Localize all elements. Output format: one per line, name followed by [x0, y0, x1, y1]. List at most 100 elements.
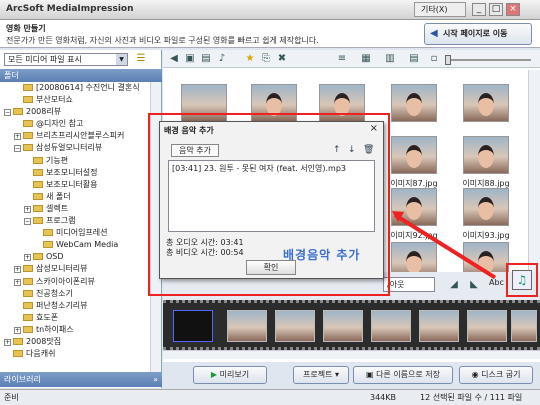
- save-as-button[interactable]: ▣ 다른 이름으로 저장: [353, 366, 453, 384]
- storyboard-clip[interactable]: [511, 310, 537, 342]
- collapse-icon[interactable]: −: [14, 145, 21, 153]
- move-down-icon[interactable]: ↓: [348, 145, 356, 155]
- tree-item-label: 보조모니터설정: [46, 167, 98, 177]
- project-button[interactable]: 프로젝트 ▾: [293, 366, 349, 384]
- folder-icon: [23, 265, 33, 273]
- music-list[interactable]: [03:41] 23. 원투 - 못된 여자 (feat. 서인영).mp3: [168, 160, 375, 232]
- transition-select[interactable]: /아웃: [383, 277, 435, 292]
- expand-icon[interactable]: +: [14, 278, 21, 286]
- tree-item[interactable]: WebCam Media: [0, 239, 150, 251]
- view-detail-icon[interactable]: ▤: [407, 52, 421, 66]
- tree-item[interactable]: @디자인 참고: [0, 118, 150, 130]
- expand-icon[interactable]: +: [14, 133, 21, 141]
- folder-icon: [13, 337, 23, 345]
- storyboard-clip[interactable]: [371, 310, 411, 342]
- tree-item[interactable]: + 셀렉트: [0, 203, 150, 215]
- tree-item[interactable]: 진공청소기: [0, 288, 150, 300]
- view-grid-icon[interactable]: ▦: [359, 52, 373, 66]
- thumbnail[interactable]: [463, 188, 509, 226]
- thumbnail[interactable]: [463, 136, 509, 174]
- close-button[interactable]: ×: [506, 3, 520, 16]
- tree-item[interactable]: 부산모터쇼: [0, 94, 150, 106]
- add-music-button[interactable]: 음악 추가: [171, 144, 219, 157]
- etc-menu[interactable]: 기타(X): [414, 2, 466, 17]
- library-bar[interactable]: 라이브러리 »: [0, 372, 162, 387]
- disc-icon: ◉: [471, 370, 479, 379]
- folder-icon: [33, 204, 43, 212]
- storyboard-scrollbar[interactable]: [163, 350, 540, 359]
- tree-item[interactable]: [20080614] 수진언니 결혼식: [0, 82, 150, 94]
- tree-item[interactable]: +2008맛집: [0, 336, 150, 348]
- sort-icon[interactable]: ≡: [335, 52, 349, 66]
- expand-icon[interactable]: +: [24, 205, 31, 213]
- storyboard-clip[interactable]: [275, 310, 315, 342]
- dialog-close-icon[interactable]: ×: [370, 123, 378, 134]
- view-list-icon[interactable]: ▥: [383, 52, 397, 66]
- tree-item[interactable]: + 삼성모니터리뷰: [0, 263, 150, 275]
- tree-item[interactable]: + 스카이아이폰리뷰: [0, 276, 150, 288]
- tree-item[interactable]: 효도폰: [0, 312, 150, 324]
- music-list-item[interactable]: [03:41] 23. 원투 - 못된 여자 (feat. 서인영).mp3: [172, 163, 371, 174]
- tree-item-label: @디자인 참고: [36, 119, 84, 129]
- tree-item[interactable]: + tn하이패스: [0, 324, 150, 336]
- video-filter-icon[interactable]: ▤: [199, 52, 213, 66]
- storyboard-clip[interactable]: [419, 310, 459, 342]
- folder-icon: [43, 241, 53, 249]
- tree-item[interactable]: + OSD: [0, 251, 150, 263]
- tree-item[interactable]: 퍼난청소기리뷰: [0, 300, 150, 312]
- tree-item[interactable]: − 2008리뷰: [0, 106, 150, 118]
- tree-item[interactable]: 미디어임프레션: [0, 227, 150, 239]
- thumbnail[interactable]: [391, 136, 437, 174]
- tree-item-label: 퍼난청소기리뷰: [36, 300, 88, 310]
- thumbnail[interactable]: [391, 84, 437, 122]
- zoom-out-icon[interactable]: ▫: [427, 52, 441, 66]
- tree-item[interactable]: 새 폴더: [0, 191, 150, 203]
- expand-icon[interactable]: +: [24, 254, 31, 262]
- storyboard-clip[interactable]: [173, 310, 213, 342]
- collapse-icon[interactable]: −: [24, 218, 31, 226]
- tree-item[interactable]: − 프로그램: [0, 215, 150, 227]
- tree-item-label: 브리츠프리시안블루스피커: [36, 131, 125, 141]
- tree-item[interactable]: 보조모니터설정: [0, 167, 150, 179]
- collapse-icon[interactable]: −: [4, 109, 11, 117]
- tag-icon[interactable]: ⎘: [259, 52, 273, 66]
- star-icon[interactable]: ★: [243, 52, 257, 66]
- back-icon[interactable]: ◀: [167, 52, 181, 66]
- folder-tree[interactable]: [20080614] 수진언니 결혼식 부산모터쇼 − 2008리뷰 @디자인 참고 + 브…: [0, 82, 150, 372]
- expand-icon[interactable]: +: [14, 266, 21, 274]
- tree-item[interactable]: 기능편: [0, 155, 150, 167]
- storyboard-filmstrip[interactable]: [163, 300, 540, 350]
- storyboard-clip[interactable]: [323, 310, 363, 342]
- folder-icon: [23, 84, 33, 91]
- delete-icon[interactable]: ✖: [275, 52, 289, 66]
- thumbnail-size-slider[interactable]: [445, 55, 531, 65]
- tree-item[interactable]: 보조모니터활용: [0, 179, 150, 191]
- add-text-icon[interactable]: Abc: [489, 278, 504, 287]
- minimize-button[interactable]: _: [472, 3, 486, 16]
- maximize-button[interactable]: □: [489, 3, 503, 16]
- audio-filter-icon[interactable]: ♪: [215, 52, 229, 66]
- trash-icon[interactable]: 🗑: [363, 145, 374, 155]
- preview-button[interactable]: ▶ 미리보기: [193, 366, 267, 384]
- move-up-icon[interactable]: ↑: [333, 145, 341, 155]
- expand-icon[interactable]: +: [14, 326, 21, 334]
- media-filter-select[interactable]: 모든 미디어 파일 표시 ▼: [4, 53, 128, 66]
- folder-icon: [23, 289, 33, 297]
- add-music-icon[interactable]: ♫: [512, 270, 532, 290]
- rotate-left-icon[interactable]: ◢: [447, 278, 461, 292]
- storyboard-clip[interactable]: [227, 310, 267, 342]
- tree-item-label: 기능편: [46, 155, 69, 165]
- expand-icon[interactable]: +: [4, 338, 11, 346]
- thumbnail[interactable]: [463, 84, 509, 122]
- tree-item[interactable]: 다음캐쉬: [0, 348, 150, 360]
- tree-item-label: tn하이패스: [36, 324, 74, 334]
- image-filter-icon[interactable]: ▣: [183, 52, 197, 66]
- storyboard-clip[interactable]: [467, 310, 507, 342]
- rotate-right-icon[interactable]: ◣: [467, 278, 481, 292]
- folder-settings-icon[interactable]: ☰: [134, 52, 148, 66]
- burn-disc-button[interactable]: ◉ 디스크 굽기: [459, 366, 533, 384]
- tree-item[interactable]: − 삼성듀얼모니터리뷰: [0, 142, 150, 154]
- slider-knob[interactable]: [445, 55, 451, 65]
- tree-item[interactable]: + 브리츠프리시안블루스피커: [0, 130, 150, 142]
- back-to-start-button[interactable]: ◀ 시작 페이지로 이동: [424, 23, 532, 45]
